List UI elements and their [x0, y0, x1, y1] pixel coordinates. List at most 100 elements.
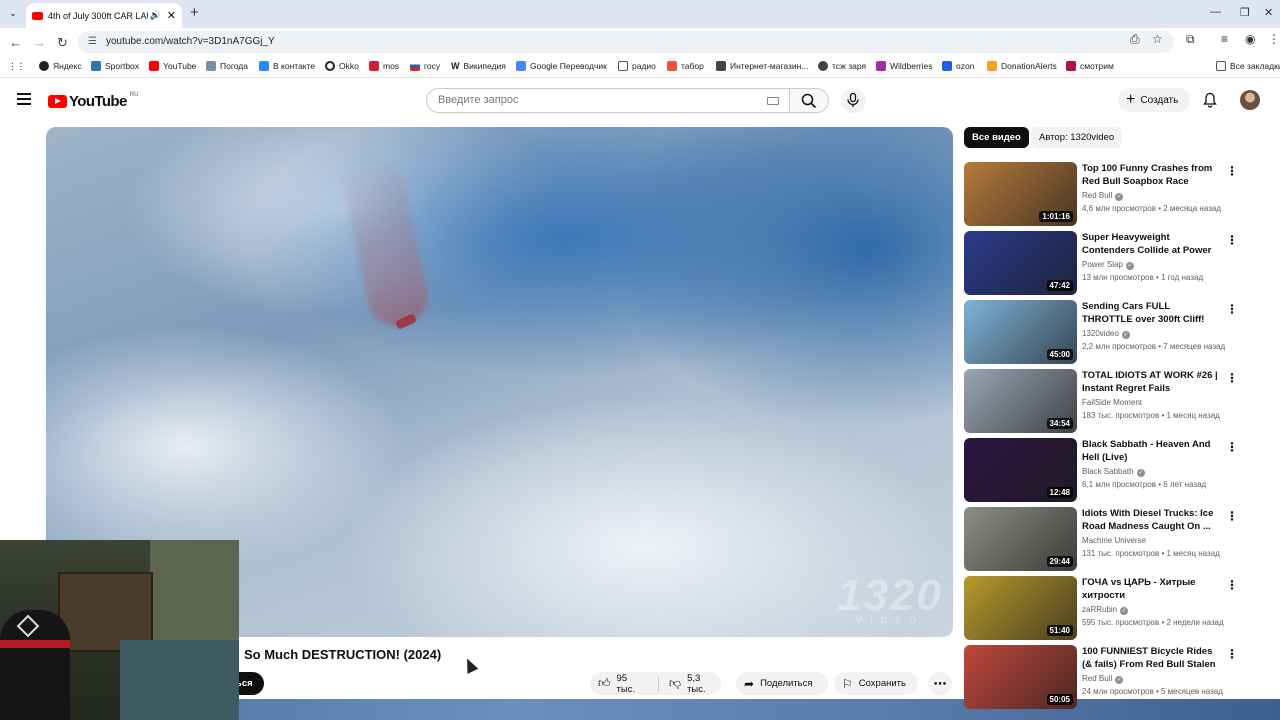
- restore-icon[interactable]: ❐: [1240, 6, 1250, 19]
- recommendation-title[interactable]: Super Heavyweight Contenders Collide at …: [1082, 231, 1218, 257]
- reload-icon[interactable]: ↻: [57, 35, 68, 51]
- share-button[interactable]: ➦ Поделиться: [736, 672, 828, 695]
- profile-icon[interactable]: ◉: [1245, 32, 1255, 46]
- recommendation-item[interactable]: 50:05 100 FUNNIEST Bicycle Rides (& fails…: [964, 645, 1264, 709]
- site-info-icon[interactable]: ☰: [88, 31, 97, 53]
- recommendation-item[interactable]: 51:40 ГОЧА vs ЦАРЬ - Хитрые хитрости zaRRu…: [964, 576, 1264, 640]
- voice-search-button[interactable]: [841, 88, 866, 113]
- bookmark-donationalerts[interactable]: DonationAlerts: [987, 61, 1057, 71]
- search-button[interactable]: [789, 88, 829, 113]
- thumbs-down-icon[interactable]: 👎︎: [669, 676, 681, 691]
- bookmark-gosu[interactable]: госу: [410, 61, 440, 71]
- bookmark-okko[interactable]: Okko: [325, 61, 359, 71]
- minimize-icon[interactable]: —: [1210, 6, 1221, 18]
- bookmark-tabor[interactable]: табор: [667, 61, 704, 71]
- keyboard-icon[interactable]: [767, 97, 779, 105]
- bookmark-wikipedia[interactable]: W Википедия: [451, 61, 506, 71]
- youtube-logo[interactable]: YouTube RU: [48, 92, 138, 110]
- bookmark-google-translate[interactable]: Google Переводчик: [516, 61, 607, 71]
- notifications-bell-icon[interactable]: [1202, 92, 1218, 108]
- bookmark-star-icon[interactable]: ☆: [1152, 32, 1163, 46]
- more-options-icon[interactable]: ⋮: [1226, 647, 1238, 661]
- recommendation-title[interactable]: Top 100 Funny Crashes from Red Bull Soap…: [1082, 162, 1218, 188]
- like-count[interactable]: 95 тыс.: [617, 673, 648, 695]
- channel-name[interactable]: Red Bull ✓: [1082, 191, 1124, 201]
- speaker-icon[interactable]: 🔊: [150, 10, 161, 21]
- bookmark-sportbox[interactable]: Sportbox: [91, 61, 139, 71]
- video-thumbnail[interactable]: 50:05: [964, 645, 1077, 709]
- recommendation-title[interactable]: Sending Cars FULL THROTTLE over 300ft Cl…: [1082, 300, 1218, 326]
- channel-name[interactable]: Red Bull ✓: [1082, 674, 1124, 684]
- duration-badge: 1:01:16: [1039, 211, 1073, 222]
- bookmark-youtube[interactable]: YouTube: [149, 61, 196, 71]
- menu-icon[interactable]: [17, 93, 31, 105]
- apps-icon[interactable]: ⋮⋮: [8, 61, 25, 72]
- window-close-icon[interactable]: ✕: [1264, 6, 1273, 19]
- duration-badge: 47:42: [1046, 280, 1073, 291]
- more-options-icon[interactable]: ⋮: [1226, 371, 1238, 385]
- more-options-icon[interactable]: ⋮: [1226, 440, 1238, 454]
- install-icon[interactable]: ⎙: [1130, 32, 1140, 47]
- dislike-count[interactable]: 5,3 тыс.: [687, 673, 721, 695]
- more-options-icon[interactable]: ⋮: [1226, 509, 1238, 523]
- channel-name[interactable]: 1320video ✓: [1082, 329, 1130, 339]
- recommendation-item[interactable]: 29:44 Idiots With Diesel Trucks: Ice Road…: [964, 507, 1264, 571]
- recommendation-item[interactable]: 1:01:16 Top 100 Funny Crashes from Red Bu…: [964, 162, 1264, 226]
- bookmark-wildberries[interactable]: Wildberries: [876, 61, 933, 71]
- tab-close-icon[interactable]: ✕: [167, 9, 176, 22]
- recommendation-title[interactable]: Black Sabbath - Heaven And Hell (Live): [1082, 438, 1218, 464]
- recommendation-item[interactable]: 45:00 Sending Cars FULL THROTTLE over 300…: [964, 300, 1264, 364]
- extensions-icon[interactable]: ⧉: [1186, 32, 1195, 47]
- bookmark-smotrim[interactable]: смотрим: [1066, 61, 1114, 71]
- new-tab-icon[interactable]: +: [190, 4, 199, 21]
- recommendation-title[interactable]: TOTAL IDIOTS AT WORK #26 | Instant Regre…: [1082, 369, 1218, 395]
- video-thumbnail[interactable]: 12:48: [964, 438, 1077, 502]
- create-button[interactable]: + Создать: [1118, 88, 1190, 112]
- recommendation-item[interactable]: 47:42 Super Heavyweight Contenders Collid…: [964, 231, 1264, 295]
- bookmark-pogoda[interactable]: Погода: [206, 61, 248, 71]
- recommendation-title[interactable]: Idiots With Diesel Trucks: Ice Road Madn…: [1082, 507, 1218, 533]
- bookmark-mos[interactable]: mos: [369, 61, 399, 71]
- media-controls-icon[interactable]: ≡: [1221, 32, 1228, 46]
- save-button[interactable]: ⚐ Сохранить: [834, 672, 918, 695]
- account-avatar[interactable]: [1240, 90, 1260, 110]
- thumbs-up-icon[interactable]: 👍︎: [598, 676, 611, 691]
- bookmark-ozon[interactable]: ozon: [942, 61, 974, 71]
- translate-icon: [516, 61, 526, 71]
- more-options-icon[interactable]: ⋮: [1226, 302, 1238, 316]
- bookmark-radio[interactable]: радио: [618, 61, 656, 71]
- more-options-icon[interactable]: ⋮: [1226, 578, 1238, 592]
- video-thumbnail[interactable]: 51:40: [964, 576, 1077, 640]
- chip-author[interactable]: Автор: 1320video: [1031, 127, 1123, 148]
- channel-name[interactable]: FailSide Moment: [1082, 398, 1142, 407]
- tab-search-icon[interactable]: ⌄: [6, 6, 20, 20]
- more-options-icon[interactable]: ⋮: [1226, 233, 1238, 247]
- all-bookmarks[interactable]: Все закладки: [1216, 61, 1280, 71]
- video-thumbnail[interactable]: 45:00: [964, 300, 1077, 364]
- video-thumbnail[interactable]: 29:44: [964, 507, 1077, 571]
- channel-name[interactable]: zaRRubin ✓: [1082, 605, 1129, 615]
- recommendation-item[interactable]: 12:48 Black Sabbath - Heaven And Hell (Li…: [964, 438, 1264, 502]
- recommendation-item[interactable]: 34:54 TOTAL IDIOTS AT WORK #26 | Instant …: [964, 369, 1264, 433]
- video-thumbnail[interactable]: 47:42: [964, 231, 1077, 295]
- browser-menu-icon[interactable]: ⋮: [1268, 32, 1280, 46]
- bookmark-vk[interactable]: В контакте: [259, 61, 315, 71]
- channel-name[interactable]: Black Sabbath ✓: [1082, 467, 1145, 477]
- bookmark-internet-shop[interactable]: Интернет-магазин...: [716, 61, 808, 71]
- more-options-icon[interactable]: ⋮: [1226, 164, 1238, 178]
- channel-name[interactable]: Machine Universe: [1082, 536, 1146, 545]
- bookmark-yandex[interactable]: Яндекс: [39, 61, 82, 71]
- search-input[interactable]: Введите запрос: [426, 88, 790, 113]
- url-field[interactable]: ☰ youtube.com/watch?v=3D1nA7GGj_Y: [78, 31, 1174, 53]
- recommendation-title[interactable]: 100 FUNNIEST Bicycle Rides (& fails) Fro…: [1082, 645, 1218, 671]
- recommendation-title[interactable]: ГОЧА vs ЦАРЬ - Хитрые хитрости: [1082, 576, 1218, 602]
- video-thumbnail[interactable]: 1:01:16: [964, 162, 1077, 226]
- forward-icon[interactable]: →: [33, 35, 46, 50]
- video-thumbnail[interactable]: 34:54: [964, 369, 1077, 433]
- channel-name[interactable]: Power Slap ✓: [1082, 260, 1134, 270]
- more-actions-icon[interactable]: ⋯: [928, 672, 952, 695]
- browser-tab[interactable]: 4th of July 300ft CAR LAUN 🔊 ✕: [26, 3, 182, 28]
- chip-all-videos[interactable]: Все видео: [964, 127, 1029, 148]
- bookmark-tszh[interactable]: тсж заря: [818, 61, 866, 71]
- back-icon[interactable]: ←: [9, 35, 22, 50]
